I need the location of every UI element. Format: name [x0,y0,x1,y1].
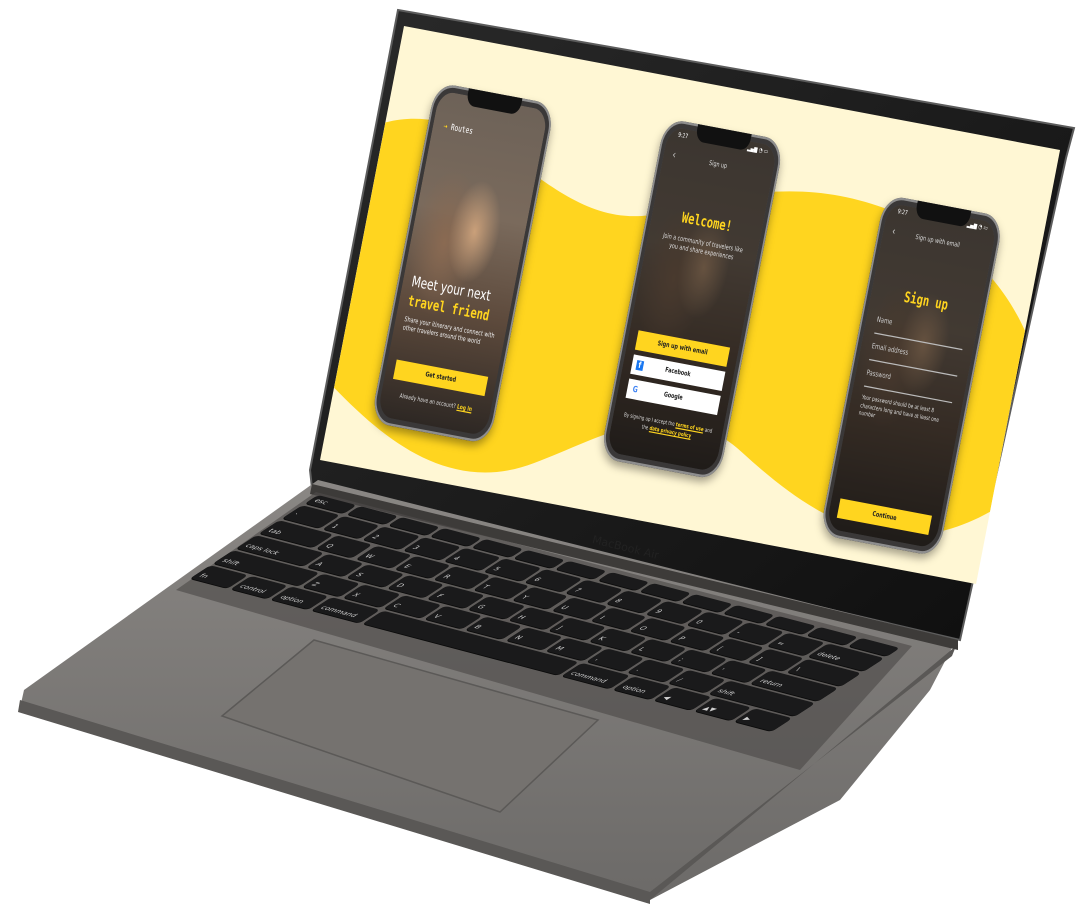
screen-title: Sign up [708,160,728,171]
status-icons: ▂▄▆ ◔ ▭ [746,144,769,156]
terms-text: By signing up I accept the terms of use … [623,412,713,440]
laptop-mockup: MacBook Air ⇢ Routes Meet your next trav… [0,0,1080,904]
login-link[interactable]: Log in [456,404,472,414]
status-icons: ▂▄▆ ◔ ▭ [966,221,989,233]
screen-title: Sign up with email [914,234,961,250]
google-icon: G [631,384,639,395]
continue-button[interactable]: Continue [836,498,932,536]
status-time: 9:27 [897,208,909,218]
status-time: 9:27 [677,131,689,141]
facebook-icon: f [635,360,645,371]
sign-up-heading: Sign up [902,288,950,314]
welcome-subtitle: Join a community of travelers like you a… [662,232,744,262]
password-hint: Your password should be at least 8 chara… [858,395,940,424]
routes-logo: ⇢ Routes [442,121,474,137]
get-started-button[interactable]: Get started [392,359,489,397]
